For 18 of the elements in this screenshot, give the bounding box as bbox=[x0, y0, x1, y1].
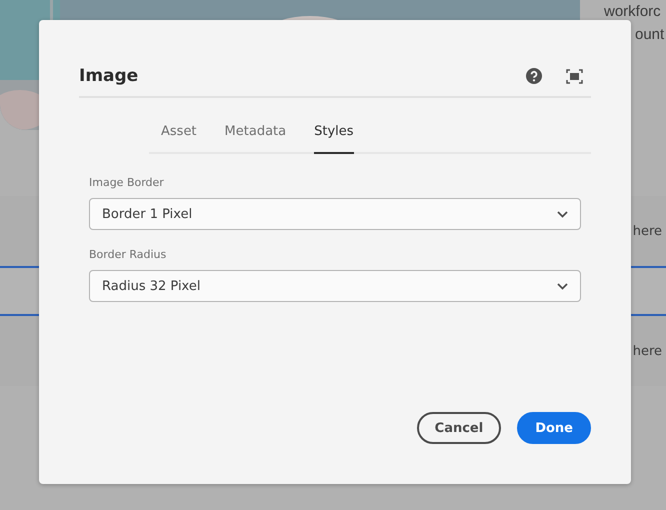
field-label: Image Border bbox=[89, 176, 165, 189]
dropdown[interactable]: Border 1 Pixel bbox=[89, 198, 581, 230]
field-label: Border Radius bbox=[89, 248, 168, 261]
cancel-button[interactable]: Cancel bbox=[416, 412, 502, 444]
tab[interactable]: Metadata bbox=[224, 118, 286, 154]
chevron-icon bbox=[557, 282, 568, 290]
page-text: workforc bbox=[604, 2, 662, 22]
page-text: ount bbox=[635, 25, 666, 45]
page-text: here bbox=[632, 224, 662, 238]
tab[interactable]: Styles bbox=[314, 118, 354, 154]
fullscreen-icon[interactable] bbox=[566, 68, 583, 84]
dropdown[interactable]: Radius 32 Pixel bbox=[89, 270, 581, 302]
dialog-title: Image bbox=[79, 66, 140, 86]
chevron-icon bbox=[557, 210, 568, 218]
help-icon[interactable] bbox=[526, 68, 542, 84]
tab[interactable]: Asset bbox=[161, 118, 197, 154]
page-text: here bbox=[632, 344, 662, 358]
done-button[interactable]: Done bbox=[517, 412, 591, 444]
